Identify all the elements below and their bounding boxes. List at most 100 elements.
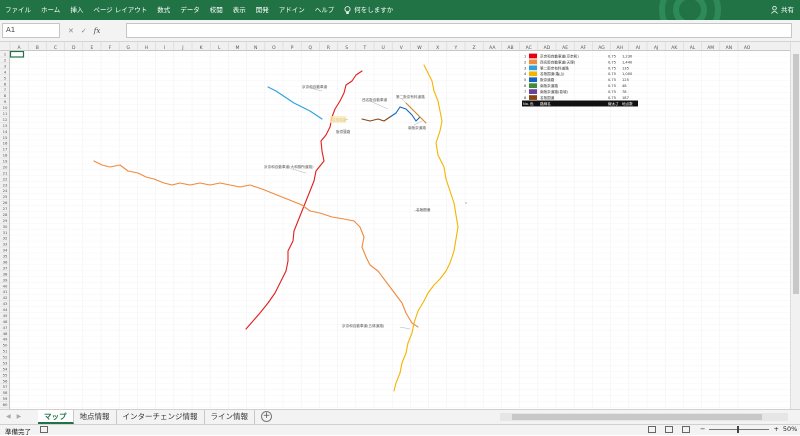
zoom-slider[interactable] [709,425,770,433]
tab-home[interactable]: ホーム [36,0,65,20]
row-header[interactable]: 54 [3,366,8,371]
route-line-brown[interactable] [361,116,391,122]
route-line-orange-east[interactable] [309,210,419,328]
row-header[interactable]: 16 [3,141,8,146]
row-header[interactable]: 23 [3,182,8,187]
macro-record-icon[interactable] [40,426,48,433]
sheet-tab-points[interactable]: 地点情報 [74,410,117,424]
prev-sheet-icon[interactable]: ◀ [6,413,11,420]
sheet-tab-lines[interactable]: ライン情報 [205,410,255,424]
row-header[interactable]: 34 [3,248,8,253]
normal-view-icon[interactable] [648,426,656,433]
row-header[interactable]: 58 [3,390,8,395]
horizontal-scrollbar[interactable] [500,413,788,421]
sheet-tab-map[interactable]: マップ [38,410,74,424]
row-header[interactable]: 13 [3,123,8,128]
cancel-icon[interactable]: ✕ [68,27,74,35]
row-header[interactable]: 52 [3,355,8,360]
tab-review[interactable]: 校閲 [205,0,228,20]
tab-view[interactable]: 表示 [228,0,251,20]
zoom-in-button[interactable]: + [773,425,778,433]
row-header[interactable]: 50 [3,343,8,348]
page-break-view-icon[interactable] [682,426,690,433]
row-header[interactable]: 46 [3,319,8,324]
insert-function-icon[interactable]: fx [94,27,101,35]
row-header[interactable]: 39 [3,277,8,282]
row-header[interactable]: 4 [4,69,7,74]
tab-addins[interactable]: アドイン [274,0,310,20]
zoom-out-button[interactable]: − [700,425,705,433]
row-header[interactable]: 2 [4,58,7,63]
page-layout-view-icon[interactable] [665,426,673,433]
row-header[interactable]: 41 [3,289,8,294]
row-header[interactable]: 27 [3,206,8,211]
row-header[interactable]: 20 [3,164,8,169]
row-header[interactable]: 45 [3,313,8,318]
row-header[interactable]: 40 [3,283,8,288]
row-header[interactable]: 56 [3,378,8,383]
row-header[interactable]: 21 [3,170,8,175]
selected-cell[interactable] [10,51,25,58]
worksheet[interactable]: 名阪国道 京奈和自動車道 西名阪自動車道 第二阪奈有料道路 阪奈道路 南阪奈道路… [10,51,790,409]
row-header[interactable]: 55 [3,372,8,377]
row-header[interactable]: 59 [3,396,8,401]
name-box[interactable]: A1 [2,23,60,38]
row-header[interactable]: 32 [3,236,8,241]
row-header[interactable]: 11 [3,111,8,116]
route-line-gold[interactable] [405,102,427,124]
row-header[interactable]: 51 [3,349,8,354]
share-button[interactable]: 共有 [771,0,794,20]
tell-me-box[interactable]: 何をしますか [339,0,398,20]
row-header[interactable]: 48 [3,331,8,336]
row-header[interactable]: 9 [4,99,7,104]
row-header[interactable]: 30 [3,224,8,229]
tab-formulas[interactable]: 数式 [152,0,175,20]
next-sheet-icon[interactable]: ▶ [17,413,22,420]
route-line-blue[interactable] [267,86,323,120]
tab-data[interactable]: データ [175,0,205,20]
row-header[interactable]: 43 [3,301,8,306]
route-line-red[interactable] [245,70,363,330]
row-header[interactable]: 12 [3,117,8,122]
row-header[interactable]: 33 [3,242,8,247]
add-sheet-icon[interactable]: + [261,411,272,422]
row-header[interactable]: 26 [3,200,8,205]
sheet-tab-interchange[interactable]: インターチェンジ情報 [117,410,205,424]
row-header[interactable]: 49 [3,337,8,342]
row-header[interactable]: 31 [3,230,8,235]
tab-file[interactable]: ファイル [0,0,36,20]
row-header[interactable]: 42 [3,295,8,300]
vertical-scrollbar[interactable] [790,42,800,409]
row-header[interactable]: 35 [3,254,8,259]
row-header[interactable]: 22 [3,176,8,181]
zoom-level[interactable]: 50% [783,425,797,433]
row-header[interactable]: 28 [3,212,8,217]
row-header[interactable]: 19 [3,159,8,164]
row-header[interactable]: 6 [4,81,7,86]
horizontal-scroll-thumb[interactable] [512,414,762,420]
row-header[interactable]: 15 [3,135,8,140]
row-header[interactable]: 24 [3,188,8,193]
row-header[interactable]: 37 [3,265,8,270]
tab-insert[interactable]: 挿入 [65,0,88,20]
row-header[interactable]: 7 [4,87,7,92]
row-header[interactable]: 44 [3,307,8,312]
row-header[interactable]: 5 [4,75,7,80]
row-header[interactable]: 25 [3,194,8,199]
formula-input[interactable] [126,23,792,38]
row-header[interactable]: 29 [3,218,8,223]
row-header[interactable]: 1 [4,52,7,57]
row-header[interactable]: 14 [3,129,8,134]
row-header[interactable]: 36 [3,260,8,265]
row-header[interactable]: 57 [3,384,8,389]
enter-icon[interactable]: ✓ [81,27,87,35]
tab-developer[interactable]: 開発 [251,0,274,20]
vertical-scroll-thumb[interactable] [793,54,799,294]
row-header[interactable]: 47 [3,325,8,330]
row-header[interactable]: 8 [4,93,7,98]
tab-help[interactable]: ヘルプ [310,0,340,20]
row-header[interactable]: 53 [3,360,8,365]
row-header[interactable]: 38 [3,271,8,276]
row-header[interactable]: 60 [3,402,8,407]
row-header[interactable]: 18 [3,153,8,158]
